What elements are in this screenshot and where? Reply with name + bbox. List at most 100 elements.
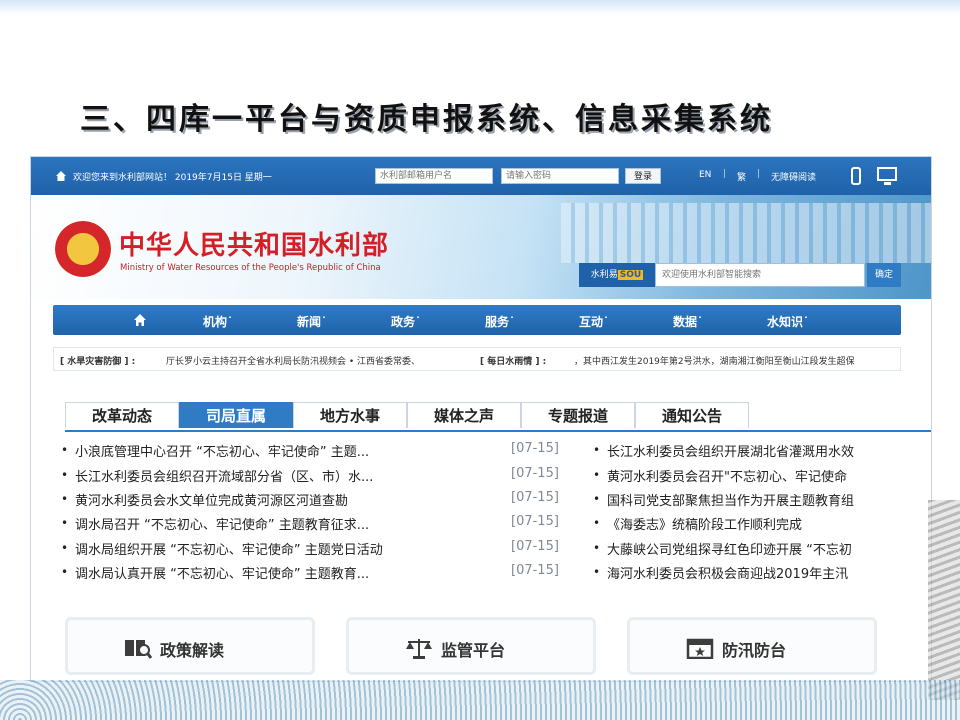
tab-notices[interactable]: 通知公告	[635, 402, 749, 428]
news-title[interactable]: 海河水利委员会积极会商迎战2019年主汛	[607, 563, 848, 582]
search-input[interactable]	[655, 263, 865, 287]
bullet: •	[593, 468, 601, 482]
news-title[interactable]: 黄河水利委员会水文单位完成黄河源区河道查勘	[75, 490, 348, 509]
news-title[interactable]: 国科司党支部聚焦担当作为开展主题教育组	[607, 490, 854, 509]
home-icon[interactable]	[55, 170, 67, 182]
nav-item-water-knowledge[interactable]: 水知识˙	[767, 313, 809, 330]
quick-link-supervision[interactable]: 监管平台	[346, 617, 596, 675]
quick-link-flood[interactable]: 防汛防台	[627, 617, 877, 675]
news-date: [07-15]	[511, 539, 559, 554]
nav-item-government[interactable]: 政务˙	[391, 313, 421, 330]
list-item[interactable]: • 海河水利委员会积极会商迎战2019年主汛	[593, 563, 931, 587]
nav-item-news[interactable]: 新闻˙	[297, 313, 327, 330]
news-date: [07-15]	[511, 563, 559, 578]
list-item[interactable]: • 大藤峡公司党组探寻红色印迹开展 “不忘初	[593, 539, 931, 563]
bullet: •	[61, 443, 69, 457]
password-input[interactable]	[501, 168, 619, 184]
news-title[interactable]: 小浪底管理中心召开 “不忘初心、牢记使命” 主题...	[75, 441, 369, 460]
quick-links: 政策解读 监管平台 防汛防台	[65, 617, 931, 677]
bullet: •	[61, 516, 69, 530]
bullet: •	[593, 516, 601, 530]
dam-image	[561, 203, 931, 263]
quick-link-policy[interactable]: 政策解读	[65, 617, 315, 675]
list-item[interactable]: • 长江水利委员会组织开展湖北省灌溉用水效	[593, 441, 931, 465]
news-title[interactable]: 大藤峡公司党组探寻红色印迹开展 “不忘初	[607, 539, 852, 558]
mobile-icon[interactable]	[851, 167, 861, 185]
national-emblem-icon	[55, 221, 111, 277]
bullet: •	[61, 468, 69, 482]
search-brand-sou: SOU	[617, 270, 644, 280]
site-search: 水利易SOU 确定	[579, 263, 901, 287]
tab-local[interactable]: 地方水事	[293, 402, 407, 428]
news-title[interactable]: 调水局召开 “不忘初心、牢记使命” 主题教育征求...	[75, 514, 369, 533]
list-item[interactable]: • 小浪底管理中心召开 “不忘初心、牢记使命” 主题... [07-15]	[61, 441, 581, 465]
news-title[interactable]: 调水局组织开展 “不忘初心、牢记使命” 主题党日活动	[75, 539, 383, 558]
news-title[interactable]: 长江水利委员会组织召开流域部分省（区、市）水...	[75, 466, 373, 485]
ticker-text[interactable]: 厅长罗小云主持召开全省水利局长防汛视频会 • 江西省委常委、	[166, 354, 420, 367]
bullet: •	[593, 443, 601, 457]
ticker-tag-rain[interactable]: [ 每日水雨情 ] :	[480, 354, 546, 367]
username-input[interactable]	[375, 168, 493, 184]
quick-link-label: 监管平台	[441, 641, 506, 660]
news-title[interactable]: 黄河水利委员会召开"不忘初心、牢记使命	[607, 466, 847, 485]
list-item[interactable]: • 调水局认真开展 “不忘初心、牢记使命” 主题教育... [07-15]	[61, 563, 581, 587]
list-item[interactable]: • 长江水利委员会组织召开流域部分省（区、市）水... [07-15]	[61, 466, 581, 490]
news-title[interactable]: 调水局认真开展 “不忘初心、牢记使命” 主题教育...	[75, 563, 369, 582]
tab-special[interactable]: 专题报道	[521, 402, 635, 428]
book-search-icon	[125, 640, 152, 659]
search-brand: 水利易 SOU	[579, 263, 655, 287]
news-date: [07-15]	[511, 466, 559, 481]
nav-item-service[interactable]: 服务˙	[485, 313, 515, 330]
bullet: •	[593, 565, 601, 579]
bullet: •	[593, 541, 601, 555]
nav-item-interaction[interactable]: 互动˙	[579, 313, 609, 330]
calendar-star-icon	[686, 638, 714, 659]
dragon-decoration	[928, 500, 960, 700]
list-item[interactable]: • 调水局召开 “不忘初心、牢记使命” 主题教育征求... [07-15]	[61, 514, 581, 538]
lang-trad-link[interactable]: 繁	[737, 170, 746, 183]
news-date: [07-15]	[511, 490, 559, 505]
news-ticker: [ 水旱灾害防御 ] : 厅长罗小云主持召开全省水利局长防汛视频会 • 江西省委…	[53, 347, 901, 371]
website-screenshot: 欢迎您来到水利部网站！ 2019年7月15日 星期一 登录 EN | 繁 | 无…	[30, 156, 932, 682]
wave-decoration	[0, 680, 960, 720]
list-item[interactable]: • 黄河水利委员会召开"不忘初心、牢记使命	[593, 466, 931, 490]
bullet: •	[61, 541, 69, 555]
ticker-tag-flood[interactable]: [ 水旱灾害防御 ] :	[60, 354, 135, 367]
desktop-icon[interactable]	[877, 167, 897, 185]
welcome-text: 欢迎您来到水利部网站！ 2019年7月15日 星期一	[73, 173, 272, 183]
nav-item-data[interactable]: 数据˙	[673, 313, 703, 330]
accessible-reading-link[interactable]: 无障碍阅读	[771, 170, 816, 183]
list-item[interactable]: • 调水局组织开展 “不忘初心、牢记使命” 主题党日活动 [07-15]	[61, 539, 581, 563]
lang-en-link[interactable]: EN	[699, 170, 711, 180]
list-item[interactable]: • 《海委志》统稿阶段工作顺利完成	[593, 514, 931, 538]
scale-icon	[406, 639, 432, 659]
slide-top-rule	[0, 0, 960, 14]
main-nav: 机构˙ 新闻˙ 政务˙ 服务˙ 互动˙ 数据˙ 水知识˙	[53, 305, 901, 335]
ministry-title-en: Ministry of Water Resources of the Peopl…	[120, 263, 381, 273]
ministry-title-cn[interactable]: 中华人民共和国水利部	[119, 225, 389, 262]
login-button[interactable]: 登录	[625, 168, 661, 184]
quick-link-label: 政策解读	[160, 641, 225, 660]
search-button[interactable]: 确定	[867, 263, 901, 287]
home-icon[interactable]	[133, 313, 147, 327]
news-date: [07-15]	[511, 441, 559, 456]
nav-item-organization[interactable]: 机构˙	[203, 313, 233, 330]
bullet: •	[593, 492, 601, 506]
quick-link-label: 防汛防台	[722, 641, 787, 660]
news-title[interactable]: 长江水利委员会组织开展湖北省灌溉用水效	[607, 441, 854, 460]
separator: |	[723, 169, 727, 179]
news-date: [07-15]	[511, 514, 559, 529]
list-item[interactable]: • 国科司党支部聚焦担当作为开展主题教育组	[593, 490, 931, 514]
slide-title: 三、四库一平台与资质申报系统、信息采集系统	[80, 102, 773, 137]
ticker-text[interactable]: ，其中西江发生2019年第2号洪水，湖南湘江衡阳至衡山江段发生超保	[574, 354, 855, 367]
news-title[interactable]: 《海委志》统稿阶段工作顺利完成	[607, 514, 802, 533]
bullet: •	[61, 492, 69, 506]
search-brand-label: 水利易	[590, 270, 618, 280]
site-banner: 中华人民共和国水利部 Ministry of Water Resources o…	[31, 195, 931, 299]
tab-bureaus[interactable]: 司局直属	[179, 402, 293, 428]
tab-media[interactable]: 媒体之声	[407, 402, 521, 428]
separator: |	[757, 169, 761, 179]
tab-reform[interactable]: 改革动态	[65, 402, 179, 428]
news-list-right: • 长江水利委员会组织开展湖北省灌溉用水效 • 黄河水利委员会召开"不忘初心、牢记使…	[593, 441, 931, 591]
list-item[interactable]: • 黄河水利委员会水文单位完成黄河源区河道查勘 [07-15]	[61, 490, 581, 514]
